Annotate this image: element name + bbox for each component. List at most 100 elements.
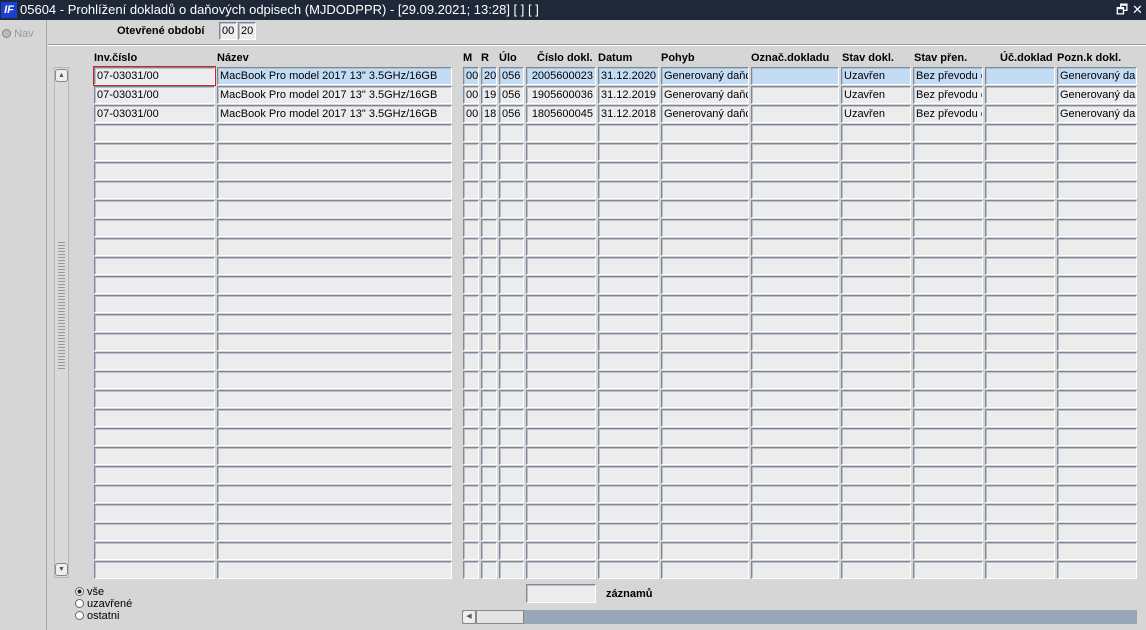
cell-uc-doklad[interactable]	[985, 371, 1055, 389]
cell-r[interactable]	[481, 352, 497, 370]
cell-r[interactable]	[481, 447, 497, 465]
cell-datum[interactable]	[598, 314, 659, 332]
cell-inv-cislo[interactable]	[94, 352, 215, 370]
cell-cislo-dokl[interactable]	[526, 409, 596, 427]
cell-ulo[interactable]	[499, 542, 524, 560]
cell-cislo-dokl[interactable]	[526, 295, 596, 313]
cell-nazev[interactable]	[217, 523, 452, 541]
cell-stav-dokl[interactable]	[841, 561, 911, 579]
cell-pohyb[interactable]	[661, 200, 749, 218]
cell-nazev[interactable]	[217, 409, 452, 427]
cell-m[interactable]	[463, 485, 479, 503]
cell-cislo-dokl[interactable]	[526, 124, 596, 142]
cell-oznac-dokladu[interactable]	[751, 466, 839, 484]
cell-nazev[interactable]	[217, 447, 452, 465]
cell-pohyb[interactable]	[661, 238, 749, 256]
cell-cislo-dokl[interactable]	[526, 333, 596, 351]
cell-cislo-dokl[interactable]	[526, 561, 596, 579]
cell-oznac-dokladu[interactable]	[751, 390, 839, 408]
cell-m[interactable]	[463, 371, 479, 389]
column-header-stav-pren[interactable]: Stav přen.	[914, 52, 967, 64]
cell-uc-doklad[interactable]	[985, 542, 1055, 560]
cell-datum[interactable]	[598, 295, 659, 313]
cell-r[interactable]	[481, 124, 497, 142]
cell-uc-doklad[interactable]	[985, 162, 1055, 180]
cell-inv-cislo[interactable]	[94, 542, 215, 560]
cell-m[interactable]	[463, 333, 479, 351]
cell-stav-dokl[interactable]	[841, 200, 911, 218]
cell-inv-cislo[interactable]	[94, 238, 215, 256]
cell-r[interactable]	[481, 314, 497, 332]
cell-r[interactable]	[481, 390, 497, 408]
cell-ulo[interactable]	[499, 181, 524, 199]
cell-r[interactable]	[481, 200, 497, 218]
cell-datum[interactable]	[598, 504, 659, 522]
cell-inv-cislo[interactable]: 07-03031/00	[94, 105, 215, 123]
cell-datum[interactable]	[598, 200, 659, 218]
cell-uc-doklad[interactable]	[985, 276, 1055, 294]
filter-radio-0[interactable]: vše	[75, 586, 104, 598]
cell-pozn-dokl[interactable]	[1057, 162, 1137, 180]
nav-button[interactable]: Nav	[2, 28, 34, 40]
cell-uc-doklad[interactable]	[985, 86, 1055, 104]
cell-oznac-dokladu[interactable]	[751, 200, 839, 218]
cell-m[interactable]	[463, 523, 479, 541]
cell-oznac-dokladu[interactable]	[751, 143, 839, 161]
cell-r[interactable]	[481, 162, 497, 180]
cell-m[interactable]	[463, 200, 479, 218]
cell-m[interactable]: 00	[463, 67, 479, 85]
cell-stav-dokl[interactable]	[841, 333, 911, 351]
cell-stav-dokl[interactable]	[841, 238, 911, 256]
cell-stav-dokl[interactable]	[841, 352, 911, 370]
cell-r[interactable]	[481, 276, 497, 294]
cell-cislo-dokl[interactable]	[526, 143, 596, 161]
cell-pohyb[interactable]	[661, 447, 749, 465]
cell-stav-pren[interactable]	[913, 181, 983, 199]
horizontal-scrollbar[interactable]: ◀	[462, 610, 1137, 624]
cell-oznac-dokladu[interactable]	[751, 542, 839, 560]
cell-cislo-dokl[interactable]	[526, 390, 596, 408]
cell-datum[interactable]	[598, 466, 659, 484]
cell-datum[interactable]	[598, 238, 659, 256]
filter-radio-2[interactable]: ostatni	[75, 610, 119, 622]
cell-datum[interactable]	[598, 561, 659, 579]
cell-inv-cislo[interactable]	[94, 504, 215, 522]
cell-uc-doklad[interactable]	[985, 200, 1055, 218]
cell-ulo[interactable]	[499, 428, 524, 446]
cell-uc-doklad[interactable]	[985, 143, 1055, 161]
column-header-r[interactable]: R	[481, 52, 489, 64]
cell-inv-cislo[interactable]: 07-03031/00	[94, 86, 215, 104]
cell-stav-dokl[interactable]	[841, 485, 911, 503]
cell-cislo-dokl[interactable]	[526, 352, 596, 370]
cell-pohyb[interactable]	[661, 485, 749, 503]
cell-ulo[interactable]	[499, 162, 524, 180]
cell-m[interactable]	[463, 295, 479, 313]
cell-cislo-dokl[interactable]	[526, 428, 596, 446]
cell-nazev[interactable]	[217, 390, 452, 408]
cell-pozn-dokl[interactable]	[1057, 238, 1137, 256]
cell-stav-dokl[interactable]	[841, 542, 911, 560]
cell-nazev[interactable]	[217, 466, 452, 484]
radio-icon[interactable]	[75, 599, 84, 608]
cell-stav-dokl[interactable]	[841, 466, 911, 484]
cell-nazev[interactable]	[217, 485, 452, 503]
cell-pohyb[interactable]	[661, 314, 749, 332]
cell-stav-pren[interactable]	[913, 124, 983, 142]
cell-pozn-dokl[interactable]	[1057, 504, 1137, 522]
radio-icon[interactable]	[75, 611, 84, 620]
cell-stav-dokl[interactable]: Uzavřen	[841, 105, 911, 123]
cell-inv-cislo[interactable]	[94, 219, 215, 237]
cell-cislo-dokl[interactable]	[526, 238, 596, 256]
cell-uc-doklad[interactable]	[985, 561, 1055, 579]
cell-stav-dokl[interactable]	[841, 143, 911, 161]
cell-pozn-dokl[interactable]	[1057, 371, 1137, 389]
cell-inv-cislo[interactable]	[94, 466, 215, 484]
cell-r[interactable]	[481, 542, 497, 560]
cell-inv-cislo[interactable]	[94, 523, 215, 541]
cell-stav-dokl[interactable]	[841, 219, 911, 237]
cell-pozn-dokl[interactable]	[1057, 181, 1137, 199]
cell-oznac-dokladu[interactable]	[751, 257, 839, 275]
cell-ulo[interactable]	[499, 409, 524, 427]
cell-ulo[interactable]	[499, 276, 524, 294]
cell-m[interactable]	[463, 428, 479, 446]
